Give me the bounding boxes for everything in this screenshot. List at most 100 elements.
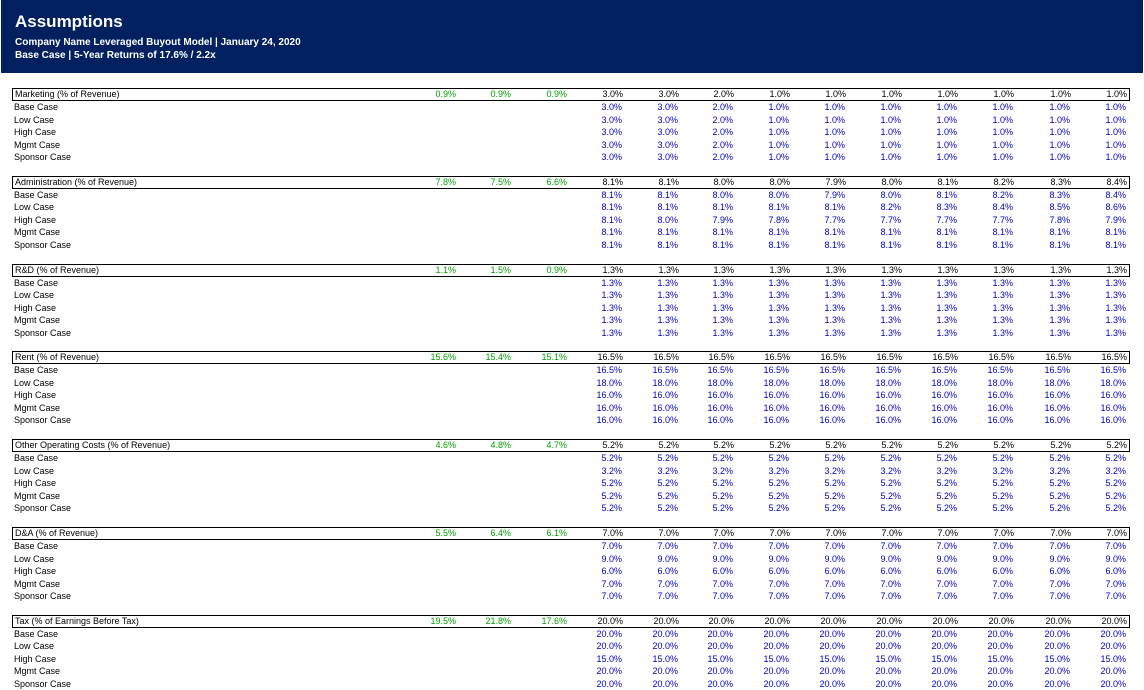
historical-cell[interactable]: 1.1%	[406, 265, 456, 276]
case-input-cell[interactable]: 1.3%	[572, 289, 622, 302]
case-input-cell[interactable]: 5.2%	[1020, 452, 1070, 465]
projected-cell[interactable]: 8.1%	[629, 177, 679, 188]
case-input-cell[interactable]: 1.3%	[907, 277, 957, 290]
case-input-cell[interactable]: 20.0%	[795, 640, 845, 653]
case-input-cell[interactable]: 15.0%	[683, 653, 733, 666]
case-input-cell[interactable]: 9.0%	[963, 553, 1013, 566]
projected-cell[interactable]: 7.0%	[629, 528, 679, 539]
projected-cell[interactable]: 1.0%	[1021, 89, 1071, 100]
case-input-cell[interactable]: 20.0%	[1020, 678, 1070, 690]
case-input-cell[interactable]: 1.3%	[628, 289, 678, 302]
case-input-cell[interactable]: 3.0%	[572, 114, 622, 127]
case-input-cell[interactable]: 1.0%	[795, 101, 845, 114]
case-input-cell[interactable]: 1.0%	[963, 101, 1013, 114]
case-input-cell[interactable]: 3.0%	[628, 114, 678, 127]
case-input-cell[interactable]: 5.2%	[851, 502, 901, 515]
case-input-cell[interactable]: 5.2%	[1076, 502, 1126, 515]
case-input-cell[interactable]: 8.3%	[1020, 189, 1070, 202]
case-input-cell[interactable]: 1.0%	[739, 126, 789, 139]
projected-cell[interactable]: 3.0%	[573, 89, 623, 100]
case-input-cell[interactable]: 7.9%	[683, 214, 733, 227]
case-input-cell[interactable]: 8.5%	[1020, 201, 1070, 214]
projected-cell[interactable]: 20.0%	[796, 616, 846, 627]
case-input-cell[interactable]: 3.0%	[628, 126, 678, 139]
projected-cell[interactable]: 16.5%	[908, 352, 958, 363]
projected-cell[interactable]: 1.3%	[629, 265, 679, 276]
case-input-cell[interactable]: 5.2%	[572, 502, 622, 515]
case-input-cell[interactable]: 16.0%	[1076, 402, 1126, 415]
case-input-cell[interactable]: 5.2%	[572, 477, 622, 490]
case-input-cell[interactable]: 16.5%	[739, 364, 789, 377]
case-input-cell[interactable]: 1.3%	[683, 302, 733, 315]
case-input-cell[interactable]: 7.0%	[739, 590, 789, 603]
case-input-cell[interactable]: 1.0%	[907, 151, 957, 164]
projected-cell[interactable]: 20.0%	[852, 616, 902, 627]
case-input-cell[interactable]: 8.1%	[683, 226, 733, 239]
case-input-cell[interactable]: 5.2%	[851, 477, 901, 490]
case-input-cell[interactable]: 5.2%	[851, 490, 901, 503]
projected-cell[interactable]: 16.5%	[964, 352, 1014, 363]
case-input-cell[interactable]: 1.0%	[795, 126, 845, 139]
case-input-cell[interactable]: 1.0%	[851, 139, 901, 152]
case-input-cell[interactable]: 8.1%	[739, 239, 789, 252]
case-input-cell[interactable]: 7.0%	[683, 578, 733, 591]
case-input-cell[interactable]: 1.3%	[1020, 302, 1070, 315]
projected-cell[interactable]: 1.3%	[573, 265, 623, 276]
case-input-cell[interactable]: 16.0%	[739, 414, 789, 427]
projected-cell[interactable]: 7.0%	[852, 528, 902, 539]
projected-cell[interactable]: 5.2%	[908, 440, 958, 451]
case-input-cell[interactable]: 16.5%	[1020, 364, 1070, 377]
case-input-cell[interactable]: 20.0%	[907, 640, 957, 653]
case-input-cell[interactable]: 15.0%	[628, 653, 678, 666]
case-input-cell[interactable]: 7.8%	[739, 214, 789, 227]
case-input-cell[interactable]: 5.2%	[1076, 452, 1126, 465]
case-input-cell[interactable]: 6.0%	[963, 565, 1013, 578]
case-input-cell[interactable]: 3.0%	[572, 151, 622, 164]
case-input-cell[interactable]: 5.2%	[683, 452, 733, 465]
projected-cell[interactable]: 7.0%	[684, 528, 734, 539]
case-input-cell[interactable]: 7.9%	[795, 189, 845, 202]
case-input-cell[interactable]: 16.0%	[963, 414, 1013, 427]
case-input-cell[interactable]: 8.3%	[907, 201, 957, 214]
case-input-cell[interactable]: 5.2%	[628, 477, 678, 490]
case-input-cell[interactable]: 1.0%	[1020, 126, 1070, 139]
case-input-cell[interactable]: 20.0%	[1020, 640, 1070, 653]
historical-cell[interactable]: 0.9%	[517, 89, 567, 100]
case-input-cell[interactable]: 20.0%	[1020, 628, 1070, 641]
case-input-cell[interactable]: 8.1%	[851, 226, 901, 239]
projected-cell[interactable]: 16.5%	[573, 352, 623, 363]
case-input-cell[interactable]: 8.4%	[963, 201, 1013, 214]
case-input-cell[interactable]: 1.3%	[628, 277, 678, 290]
projected-cell[interactable]: 8.0%	[740, 177, 790, 188]
projected-cell[interactable]: 5.2%	[1021, 440, 1071, 451]
historical-cell[interactable]: 15.4%	[461, 352, 511, 363]
projected-cell[interactable]: 7.0%	[1021, 528, 1071, 539]
projected-cell[interactable]: 1.0%	[740, 89, 790, 100]
case-input-cell[interactable]: 16.0%	[1076, 389, 1126, 402]
case-input-cell[interactable]: 16.0%	[795, 389, 845, 402]
case-input-cell[interactable]: 7.0%	[795, 578, 845, 591]
case-input-cell[interactable]: 1.3%	[851, 314, 901, 327]
projected-cell[interactable]: 5.2%	[964, 440, 1014, 451]
case-input-cell[interactable]: 1.0%	[907, 139, 957, 152]
case-input-cell[interactable]: 1.3%	[739, 327, 789, 340]
case-input-cell[interactable]: 15.0%	[739, 653, 789, 666]
case-input-cell[interactable]: 7.0%	[739, 578, 789, 591]
projected-cell[interactable]: 20.0%	[740, 616, 790, 627]
case-input-cell[interactable]: 7.0%	[1076, 540, 1126, 553]
case-input-cell[interactable]: 1.3%	[851, 277, 901, 290]
case-input-cell[interactable]: 8.2%	[851, 201, 901, 214]
case-input-cell[interactable]: 20.0%	[1076, 678, 1126, 690]
case-input-cell[interactable]: 16.0%	[572, 402, 622, 415]
case-input-cell[interactable]: 1.3%	[1020, 327, 1070, 340]
case-input-cell[interactable]: 20.0%	[628, 678, 678, 690]
case-input-cell[interactable]: 7.7%	[907, 214, 957, 227]
historical-cell[interactable]: 4.8%	[461, 440, 511, 451]
projected-cell[interactable]: 7.9%	[796, 177, 846, 188]
case-input-cell[interactable]: 7.0%	[963, 540, 1013, 553]
case-input-cell[interactable]: 1.0%	[851, 114, 901, 127]
case-input-cell[interactable]: 16.0%	[739, 389, 789, 402]
case-input-cell[interactable]: 20.0%	[795, 678, 845, 690]
case-input-cell[interactable]: 9.0%	[1020, 553, 1070, 566]
case-input-cell[interactable]: 16.0%	[1076, 414, 1126, 427]
